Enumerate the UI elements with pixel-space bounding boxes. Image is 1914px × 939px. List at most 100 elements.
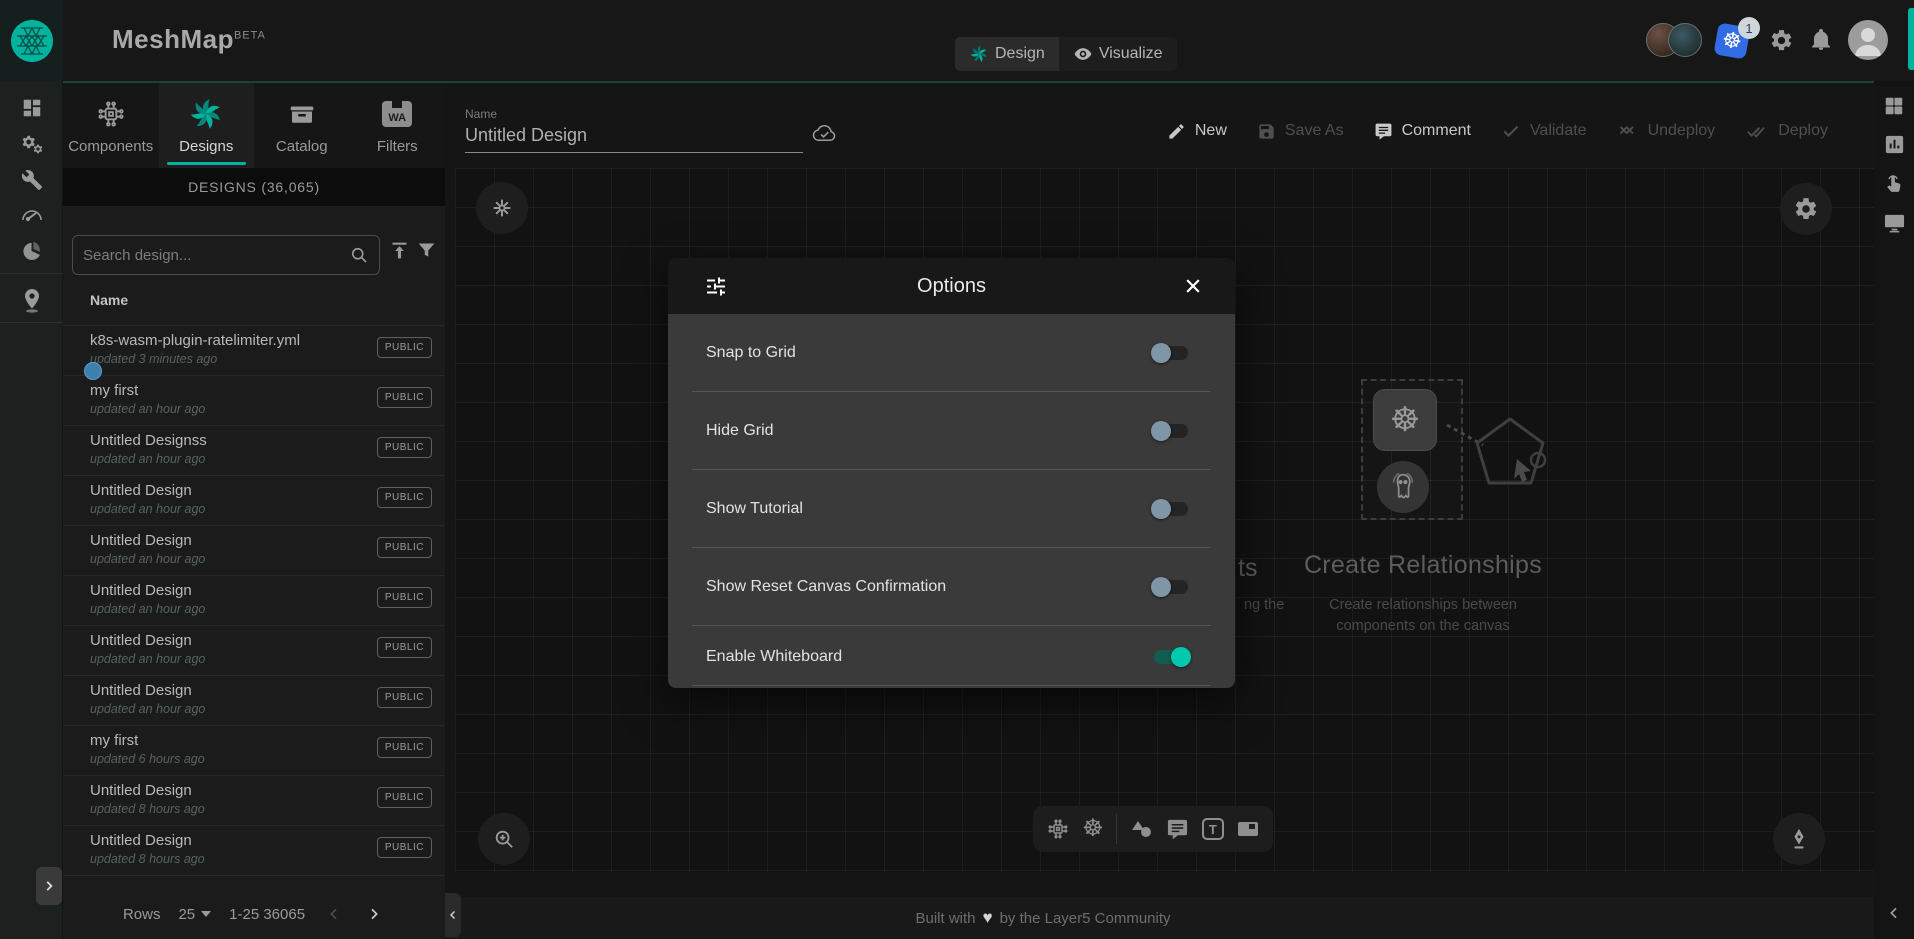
floppy-save-icon <box>1257 122 1276 141</box>
show-reset-canvas-confirmation-toggle[interactable] <box>1151 576 1191 598</box>
expand-panel-handle[interactable] <box>36 867 62 905</box>
meshmap-design-icon <box>969 44 989 64</box>
validate-button[interactable]: Validate <box>1501 121 1587 141</box>
right-rail-collapse-handle[interactable] <box>1886 905 1902 921</box>
mode-tab-group: Design Visualize <box>955 37 1177 71</box>
visibility-badge: PUBLIC <box>377 387 432 408</box>
right-rail-widgets-icon[interactable] <box>1883 95 1905 117</box>
nav-performance-icon[interactable] <box>0 200 63 230</box>
options-modal-header: Options <box>668 258 1235 314</box>
nav-rail: ? v0.6.176 <box>0 81 63 939</box>
deploy-button[interactable]: Deploy <box>1745 121 1828 141</box>
catalog-archive-icon <box>287 97 317 131</box>
search-input[interactable] <box>83 247 349 264</box>
snap-to-grid-toggle[interactable] <box>1151 342 1191 364</box>
panel-tab-catalog[interactable]: Catalog <box>254 83 350 168</box>
design-name-label: Name <box>465 107 497 121</box>
design-row[interactable]: Untitled Designupdated an hour agoPUBLIC <box>63 625 445 675</box>
design-row[interactable]: Untitled Designupdated 8 hours agoPUBLIC <box>63 775 445 825</box>
design-row[interactable]: my firstupdated 6 hours agoPUBLIC <box>63 725 445 775</box>
import-design-icon[interactable] <box>389 240 410 261</box>
dock-media-icon[interactable] <box>1236 817 1260 841</box>
show-tutorial-toggle[interactable] <box>1151 498 1191 520</box>
pagination-bar: Rows 25 1-25 36065 <box>63 889 445 939</box>
settings-gear-button[interactable] <box>1768 27 1794 53</box>
double-check-icon <box>1745 121 1769 141</box>
dock-text-icon[interactable]: T <box>1202 818 1224 840</box>
comment-button[interactable]: Comment <box>1374 122 1471 141</box>
design-row[interactable]: Untitled Designssupdated an hour agoPUBL… <box>63 425 445 475</box>
design-row[interactable]: Untitled Designupdated an hour agoPUBLIC <box>63 575 445 625</box>
design-row[interactable]: my firstupdated an hour agoPUBLIC <box>63 375 445 425</box>
visibility-badge: PUBLIC <box>377 587 432 608</box>
zoom-button[interactable] <box>478 813 530 865</box>
visibility-badge: PUBLIC <box>377 537 432 558</box>
designs-pinwheel-icon <box>189 97 223 131</box>
next-page-button[interactable] <box>363 903 385 925</box>
rows-per-page-select[interactable]: 25 <box>178 906 211 923</box>
new-design-button[interactable]: New <box>1167 122 1227 141</box>
visibility-badge: PUBLIC <box>377 837 432 858</box>
dock-comment-icon[interactable] <box>1166 818 1189 841</box>
nav-meshmap-pin-icon[interactable] <box>0 286 63 316</box>
onboarding-squid-node <box>1377 461 1429 513</box>
onboarding-title: Create Relationships <box>1273 551 1573 580</box>
nav-extensions-icon[interactable] <box>0 236 63 266</box>
right-tool-rail <box>1874 83 1914 939</box>
enable-whiteboard-toggle[interactable] <box>1151 646 1191 668</box>
save-as-button[interactable]: Save As <box>1257 122 1344 141</box>
dock-components-icon[interactable] <box>1046 817 1070 841</box>
notification-drawer-edge[interactable] <box>1908 8 1914 70</box>
nav-dashboard-icon[interactable] <box>0 93 63 123</box>
design-row[interactable]: Untitled Designupdated an hour agoPUBLIC <box>63 675 445 725</box>
helm-tool-button[interactable] <box>476 182 528 234</box>
notifications-bell-button[interactable] <box>1808 27 1834 53</box>
design-row[interactable]: Untitled Designupdated an hour agoPUBLIC <box>63 525 445 575</box>
dock-shapes-icon[interactable] <box>1130 817 1154 841</box>
tab-visualize[interactable]: Visualize <box>1059 37 1177 71</box>
options-modal-title: Options <box>668 275 1235 298</box>
rail-divider <box>0 273 63 274</box>
design-name-input[interactable] <box>465 123 803 153</box>
kubernetes-context-switcher[interactable]: ☸ 1 <box>1716 21 1754 59</box>
user-profile-avatar[interactable] <box>1848 20 1888 60</box>
beta-badge: BETA <box>234 29 266 41</box>
collaborator-avatar-2[interactable] <box>1668 23 1702 57</box>
clipped-onboarding-description-fragment: ng the <box>1244 597 1284 613</box>
filter-funnel-icon[interactable] <box>416 240 437 261</box>
undeploy-button[interactable]: Undeploy <box>1617 121 1716 141</box>
option-row-hide-grid: Hide Grid <box>668 392 1235 470</box>
tab-design-label: Design <box>995 45 1045 63</box>
layer5-logo-box[interactable] <box>0 0 63 81</box>
design-row[interactable]: Untitled Designupdated an hour agoPUBLIC <box>63 475 445 525</box>
tab-design[interactable]: Design <box>955 37 1059 71</box>
options-modal: Options Snap to Grid Hide Grid Show Tuto… <box>668 258 1235 688</box>
app-title: MeshMapBETA <box>112 24 266 55</box>
panel-tab-components[interactable]: Components <box>63 83 159 168</box>
hide-grid-toggle[interactable] <box>1151 420 1191 442</box>
canvas-options-gear-button[interactable] <box>1780 183 1832 235</box>
design-row[interactable]: k8s-wasm-plugin-ratelimiter.ymlupdated 3… <box>63 325 445 375</box>
nav-lifecycle-icon[interactable] <box>0 129 63 159</box>
footer-collapse-handle-left[interactable] <box>445 893 461 937</box>
design-row[interactable]: Untitled Designupdated 8 hours agoPUBLIC <box>63 825 445 875</box>
meshmap-app: MeshMapBETA Design Visualize ☸ <box>0 0 1914 939</box>
pencil-icon <box>1167 122 1186 141</box>
right-rail-chart-icon[interactable] <box>1883 133 1906 156</box>
previous-page-button[interactable] <box>323 903 345 925</box>
search-icon <box>349 245 369 265</box>
nav-configuration-icon[interactable] <box>0 165 63 195</box>
panel-tab-designs[interactable]: Designs <box>159 83 255 168</box>
column-header-name: Name <box>90 292 128 308</box>
visibility-badge: PUBLIC <box>377 637 432 658</box>
panel-tab-filters[interactable]: WA Filters <box>350 83 446 168</box>
right-rail-touch-icon[interactable] <box>1883 172 1905 196</box>
wasm-filter-icon: WA <box>382 97 412 131</box>
dock-kubernetes-icon[interactable]: ☸ <box>1082 817 1104 841</box>
pen-tool-button[interactable] <box>1773 813 1825 865</box>
caret-down-icon <box>201 911 211 917</box>
designs-panel: Components Designs Catalog WA Filters <box>63 83 445 939</box>
design-search-field[interactable] <box>72 235 380 275</box>
close-icon[interactable] <box>1183 276 1203 296</box>
right-rail-display-icon[interactable] <box>1883 212 1906 233</box>
